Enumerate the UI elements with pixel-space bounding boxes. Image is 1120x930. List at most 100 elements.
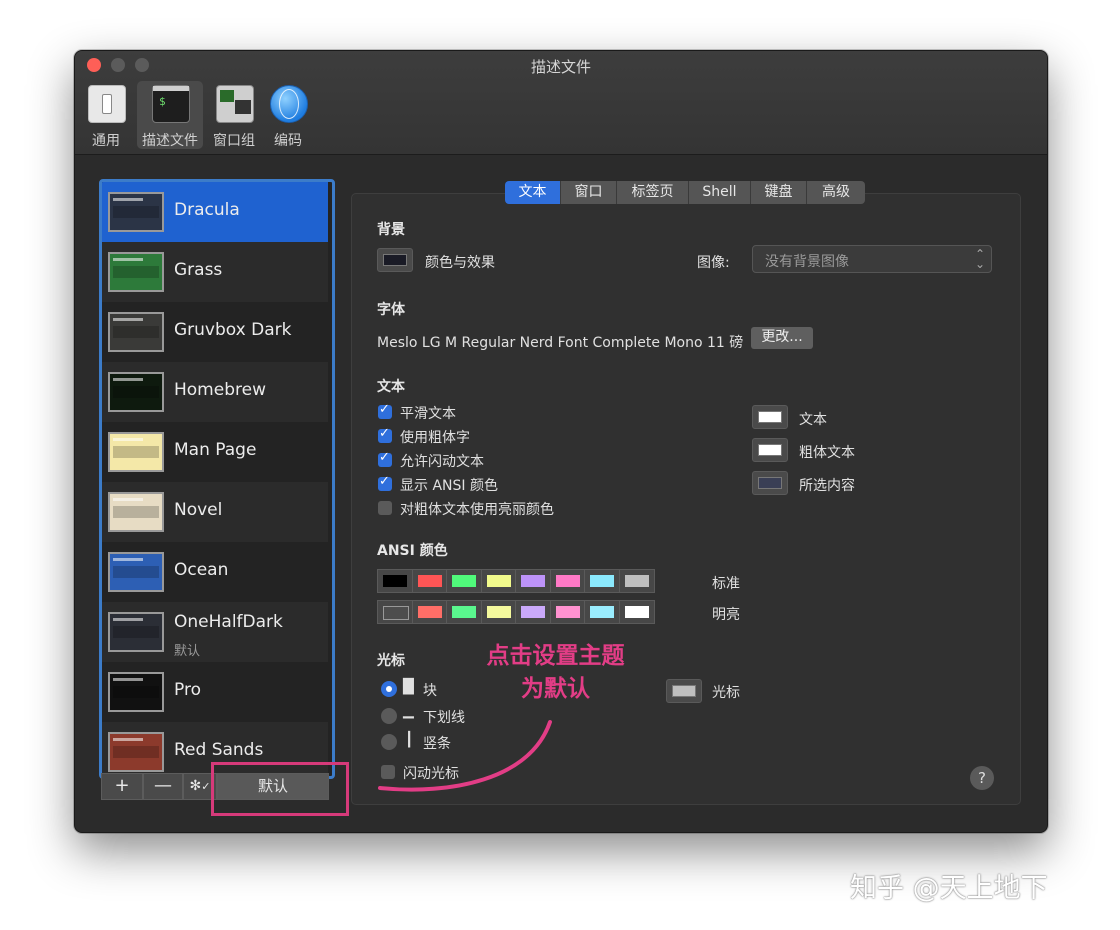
ansi-color-well[interactable] (411, 569, 448, 593)
profile-item-man-page[interactable]: Man Page (102, 422, 328, 482)
profile-item-gruvbox-dark[interactable]: Gruvbox Dark (102, 302, 328, 362)
toolbar-item-label: 编码 (274, 133, 302, 149)
color-effects-label: 颜色与效果 (425, 255, 495, 271)
background-color-well[interactable] (377, 248, 413, 272)
ansi-color-well[interactable] (446, 569, 482, 593)
ansi-colors-checkbox[interactable] (378, 474, 392, 491)
title-bar: 描述文件 通用 描述文件 窗口组 编码 (75, 51, 1047, 155)
text-color-label: 文本 (799, 412, 827, 428)
bright-bold-checkbox[interactable] (378, 501, 392, 515)
ansi-color-well[interactable] (549, 600, 586, 624)
terminal-preferences-window: 描述文件 通用 描述文件 窗口组 编码 Dracula Grass Gr (74, 50, 1048, 833)
toolbar-item-window-groups[interactable]: 窗口组 (203, 81, 265, 149)
profile-item-dracula[interactable]: Dracula (102, 182, 328, 242)
zhihu-watermark: 知乎 @天上地下 (850, 873, 1048, 904)
text-color-swatch (758, 411, 782, 423)
terminal-profile-icon (152, 85, 190, 123)
selection-color-label: 所选内容 (799, 478, 855, 494)
profile-name: Pro (174, 680, 201, 700)
ansi-color-well[interactable] (480, 569, 517, 593)
bold-text-color-well[interactable] (752, 438, 788, 462)
ansi-color-swatch (521, 575, 545, 587)
ansi-color-swatch (624, 575, 649, 587)
cursor-color-well[interactable] (666, 679, 702, 703)
ansi-color-well[interactable] (584, 569, 620, 593)
select-arrows-icon: ⌃ ⌄ (974, 247, 985, 271)
bold-fonts-checkbox[interactable] (378, 426, 392, 443)
ansi-color-well[interactable] (549, 569, 586, 593)
toolbar-item-profiles[interactable]: 描述文件 (137, 81, 203, 149)
toolbar-item-label: 窗口组 (213, 133, 255, 149)
cursor-color-label: 光标 (712, 685, 740, 701)
profile-item-ocean[interactable]: Ocean (102, 542, 328, 602)
profile-thumbnail (108, 372, 164, 412)
profile-list[interactable]: Dracula Grass Gruvbox Dark Homebrew Man … (99, 179, 335, 779)
profile-name: Red Sands (174, 740, 264, 760)
profile-thumbnail (108, 612, 164, 652)
text-color-well[interactable] (752, 405, 788, 429)
ansi-color-well[interactable] (377, 600, 413, 624)
ansi-color-well[interactable] (515, 600, 551, 624)
profile-item-onehalfdark[interactable]: OneHalfDark 默认 (102, 602, 328, 662)
image-label: 图像: (697, 255, 730, 271)
change-font-button[interactable]: 更改... (751, 327, 813, 349)
ansi-color-well[interactable] (377, 569, 413, 593)
toolbar-item-general[interactable]: 通用 (75, 81, 137, 149)
remove-profile-button[interactable]: — (143, 773, 183, 800)
checkbox-label: 显示 ANSI 颜色 (400, 478, 498, 494)
checkbox-label: 允许闪动文本 (400, 454, 484, 470)
ansi-color-well[interactable] (411, 600, 448, 624)
background-section-title: 背景 (377, 222, 405, 238)
cursor-block-radio[interactable] (381, 681, 397, 697)
ansi-color-well[interactable] (515, 569, 551, 593)
tab-text[interactable]: 文本 (505, 181, 561, 204)
background-color-swatch (383, 254, 407, 266)
tab-window[interactable]: 窗口 (561, 181, 617, 204)
profile-item-grass[interactable]: Grass (102, 242, 328, 302)
checkbox-label: 使用粗体字 (400, 430, 470, 446)
profile-name: Novel (174, 500, 223, 520)
tab-keyboard[interactable]: 键盘 (751, 181, 807, 204)
bold-text-color-swatch (758, 444, 782, 456)
ansi-color-well[interactable] (584, 600, 620, 624)
tab-tabs[interactable]: 标签页 (617, 181, 689, 204)
help-button[interactable]: ? (970, 766, 994, 790)
tab-shell[interactable]: Shell (689, 181, 751, 204)
ansi-color-swatch (383, 606, 409, 620)
ansi-color-swatch (486, 606, 511, 618)
smooth-text-checkbox[interactable] (378, 402, 392, 419)
checkbox-label: 平滑文本 (400, 406, 456, 422)
tab-advanced[interactable]: 高级 (807, 181, 865, 204)
ansi-bright-label: 明亮 (712, 607, 740, 623)
cursor-color-swatch (672, 685, 696, 697)
profile-thumbnail (108, 672, 164, 712)
background-image-select[interactable]: 没有背景图像 ⌃ ⌄ (752, 245, 992, 273)
toolbar-item-label: 描述文件 (142, 133, 198, 149)
profile-item-pro[interactable]: Pro (102, 662, 328, 722)
add-profile-button[interactable]: + (101, 773, 143, 800)
annotation-highlight-box (211, 762, 349, 816)
ansi-color-well[interactable] (446, 600, 482, 624)
profile-name: OneHalfDark (174, 612, 283, 632)
ansi-color-well[interactable] (480, 600, 517, 624)
toolbar-item-encoding[interactable]: 编码 (257, 81, 319, 149)
blink-text-checkbox[interactable] (378, 450, 392, 467)
profile-name: Homebrew (174, 380, 266, 400)
ansi-color-swatch (486, 575, 511, 587)
ansi-color-swatch (590, 575, 614, 587)
profile-name: Grass (174, 260, 223, 280)
ansi-normal-label: 标准 (712, 576, 740, 592)
ansi-color-swatch (417, 606, 442, 618)
checkbox-label: 对粗体文本使用亮丽颜色 (400, 502, 554, 518)
annotation-line-2: 为默认 (521, 676, 590, 702)
cursor-block-label: 块 (423, 683, 437, 699)
ansi-color-well[interactable] (618, 600, 655, 624)
ansi-color-swatch (590, 606, 614, 618)
ansi-color-swatch (521, 606, 545, 618)
ansi-color-well[interactable] (618, 569, 655, 593)
ansi-section-title: ANSI 颜色 (377, 543, 448, 559)
selection-color-well[interactable] (752, 471, 788, 495)
profile-item-novel[interactable]: Novel (102, 482, 328, 542)
annotation-arrow-icon (378, 720, 552, 792)
profile-item-homebrew[interactable]: Homebrew (102, 362, 328, 422)
